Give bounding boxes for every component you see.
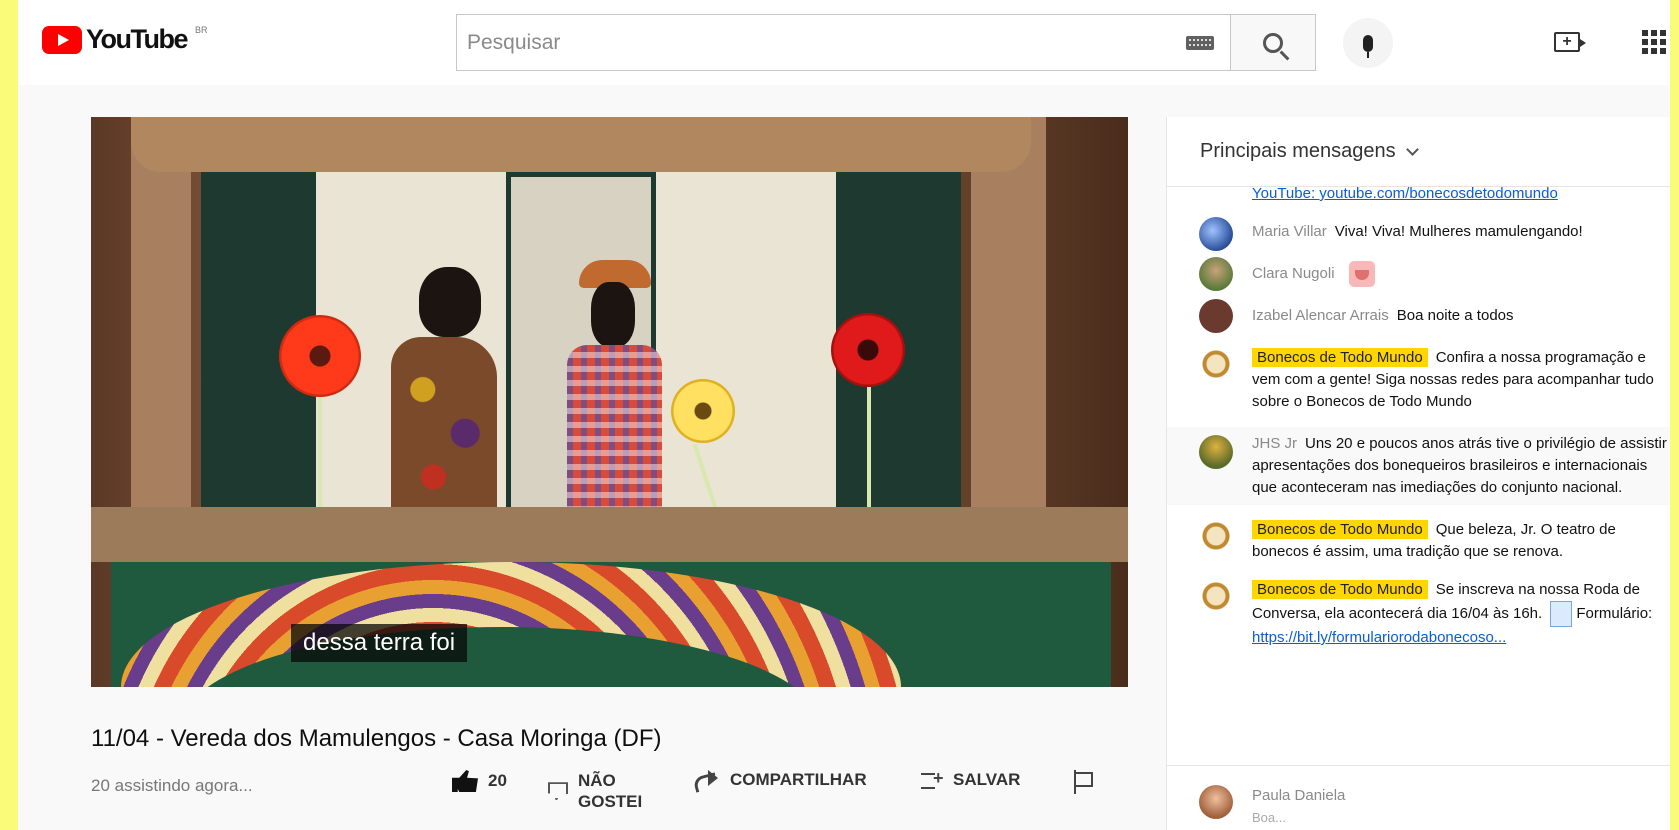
dislike-label-line2: GOSTEI (578, 792, 643, 812)
puppet-man (559, 260, 669, 512)
sticker-emoji-icon (1348, 261, 1375, 287)
share-icon (692, 770, 720, 790)
thumb-down-icon (548, 782, 568, 801)
share-button[interactable]: COMPARTILHAR (692, 770, 867, 790)
avatar[interactable] (1199, 435, 1233, 469)
flower-stem (318, 397, 322, 509)
search-button[interactable] (1231, 14, 1316, 71)
flower-stem (867, 387, 871, 509)
search-icon (1263, 32, 1283, 53)
avatar[interactable] (1199, 579, 1233, 613)
stage-pillar (131, 117, 191, 527)
chat-text: Uns 20 e poucos anos atrás tive o privil… (1252, 435, 1667, 496)
chat-message[interactable]: Izabel Alencar Arrais Boa noite a todos (1167, 299, 1670, 333)
stage-panel (656, 159, 836, 519)
create-video-icon[interactable]: + (1554, 32, 1586, 52)
pinned-or-next-message[interactable]: Paula Daniela Boa... (1167, 785, 1670, 825)
stage-ledge (91, 507, 1128, 562)
dislike-button[interactable]: NÃO GOSTEI (548, 770, 642, 813)
microphone-icon (1363, 34, 1373, 58)
chat-author[interactable]: Paula Daniela (1252, 787, 1670, 804)
chat-text: Viva! Viva! Mulheres mamulengando! (1334, 223, 1583, 240)
avatar[interactable] (1199, 519, 1233, 553)
channel-owner-badge[interactable]: Bonecos de Todo Mundo (1252, 580, 1428, 599)
logo-text: YouTube (86, 24, 188, 54)
avatar[interactable] (1199, 257, 1233, 291)
youtube-window: YouTube BR + (18, 0, 1670, 830)
video-title: 11/04 - Vereda dos Mamulengos - Casa Mor… (91, 725, 662, 752)
voice-search-button[interactable] (1343, 18, 1393, 68)
chat-mode-label: Principais mensagens (1200, 140, 1396, 162)
avatar[interactable] (1199, 217, 1233, 251)
chat-text: Formulário: (1576, 604, 1653, 622)
search-input[interactable] (457, 15, 1186, 70)
puppet-body (391, 337, 497, 512)
stage-pillar (971, 117, 1046, 527)
chat-message[interactable]: Bonecos de Todo Mundo Confira a nossa pro… (1167, 347, 1670, 413)
puppet-body (567, 345, 662, 512)
live-viewers: 20 assistindo agora... (91, 776, 253, 795)
chat-text: Boa noite a todos (1396, 307, 1514, 324)
chat-author[interactable]: Maria Villar (1252, 223, 1327, 240)
channel-owner-badge[interactable]: Bonecos de Todo Mundo (1252, 520, 1428, 539)
red-flower (831, 313, 905, 387)
puppet-head (591, 282, 635, 347)
puppet-head (419, 267, 481, 337)
apps-grid-icon[interactable] (1642, 30, 1666, 54)
chat-message[interactable]: Bonecos de Todo Mundo Se inscreva na noss… (1167, 579, 1670, 649)
report-button[interactable] (1071, 770, 1093, 794)
chat-author[interactable]: Izabel Alencar Arrais (1252, 307, 1389, 324)
search-box (456, 14, 1231, 71)
chat-text-partial: Boa... (1252, 810, 1286, 825)
document-emoji-icon (1550, 601, 1573, 627)
avatar[interactable] (1199, 785, 1233, 819)
youtube-play-icon (42, 25, 82, 54)
chat-message[interactable]: Maria Villar Viva! Viva! Mulheres mamulen… (1167, 217, 1670, 251)
chat-mode-selector[interactable]: Principais mensagens (1167, 117, 1670, 187)
save-button[interactable]: SALVAR (921, 768, 1021, 790)
chat-link[interactable]: https://bit.ly/formulariorodabonecoso... (1252, 629, 1506, 646)
chevron-down-icon (1405, 143, 1419, 156)
chat-author[interactable]: Clara Nugoli (1252, 265, 1335, 282)
dislike-label-line1: NÃO (578, 771, 616, 790)
video-caption: dessa terra foi (291, 624, 468, 662)
keyboard-icon[interactable] (1186, 35, 1214, 50)
avatar[interactable] (1199, 347, 1233, 381)
flag-icon (1071, 770, 1093, 794)
puppet-woman (391, 267, 501, 512)
stage-roof (131, 117, 1031, 172)
chat-author[interactable]: JHS Jr (1252, 435, 1297, 452)
chat-message[interactable]: JHS Jr Uns 20 e poucos anos atrás tive o … (1167, 427, 1670, 505)
dislike-label: NÃO GOSTEI (578, 770, 642, 813)
video-player[interactable]: dessa terra foi (91, 117, 1128, 687)
chat-message-list[interactable]: YouTube: youtube.com/bonecosdetodomundo … (1167, 187, 1670, 649)
playlist-add-icon (921, 768, 944, 789)
yellow-flower (671, 379, 735, 443)
logo-region-code: BR (194, 24, 208, 35)
chat-message[interactable]: Clara Nugoli (1167, 257, 1670, 291)
chat-message-partial: YouTube: youtube.com/bonecosdetodomundo (1167, 187, 1670, 207)
chat-message[interactable]: Bonecos de Todo Mundo Que beleza, Jr. O t… (1167, 519, 1670, 563)
share-label: COMPARTILHAR (730, 770, 867, 789)
top-header: YouTube BR + (18, 0, 1670, 85)
chat-divider (1167, 765, 1670, 766)
like-count: 20 (488, 771, 507, 790)
like-button[interactable]: 20 (452, 770, 507, 792)
partial-message-text[interactable]: YouTube: youtube.com/bonecosdetodomundo (1252, 187, 1558, 202)
avatar[interactable] (1199, 299, 1233, 333)
save-label: SALVAR (953, 770, 1021, 789)
red-flower (279, 315, 361, 397)
youtube-logo[interactable]: YouTube BR (42, 24, 208, 55)
channel-owner-badge[interactable]: Bonecos de Todo Mundo (1252, 348, 1428, 367)
thumb-up-icon (452, 770, 478, 792)
live-chat-panel: Principais mensagens YouTube: youtube.co… (1166, 117, 1670, 830)
